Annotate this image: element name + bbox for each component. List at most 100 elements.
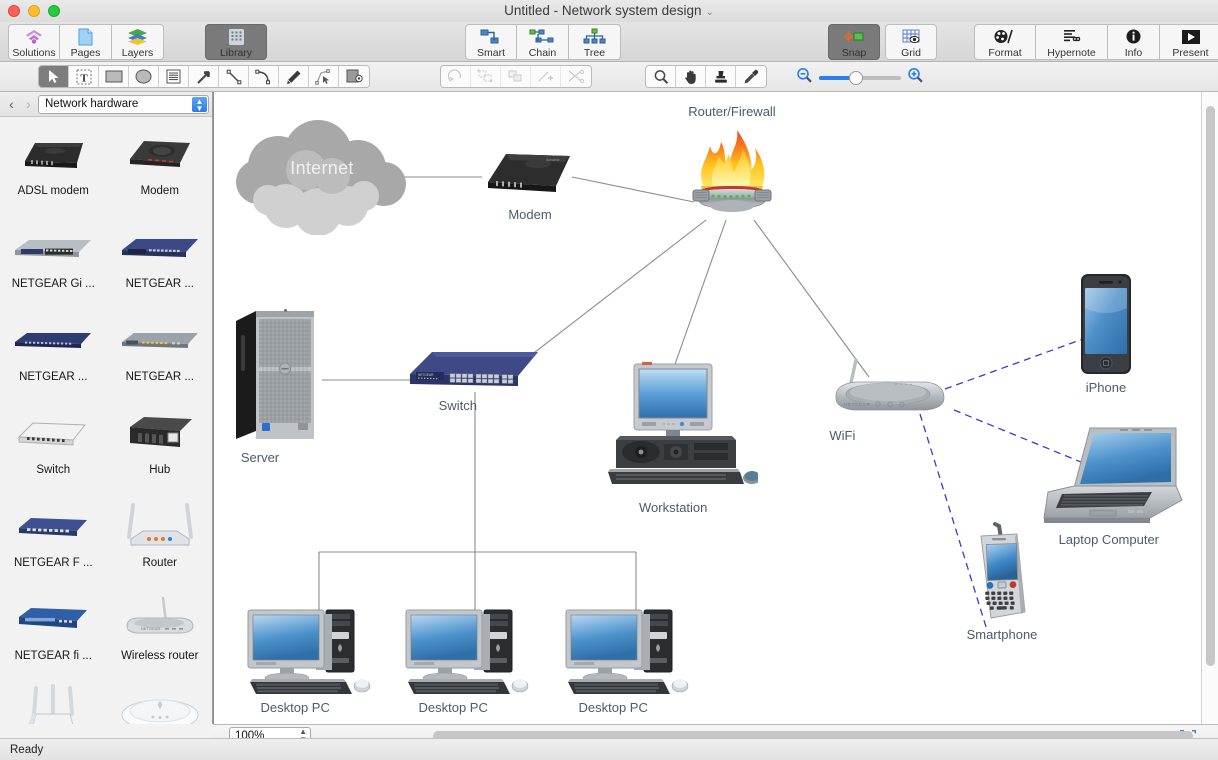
library-item-netgear-navy[interactable]: NETGEAR ... [0, 309, 107, 402]
node-label: Switch [438, 398, 477, 413]
arrow-tool[interactable] [189, 66, 219, 87]
grid-button[interactable]: Grid [885, 24, 937, 60]
node-laptop[interactable]: Laptop Computer [1032, 422, 1192, 552]
svg-text:NETGEAR: NETGEAR [418, 373, 434, 377]
node-desktop-pc-3[interactable]: Desktop PC [560, 602, 700, 718]
smart-connector-button[interactable]: Smart [465, 24, 517, 60]
present-label: Present [1172, 47, 1209, 59]
solutions-button[interactable]: Solutions [8, 24, 60, 60]
zoom-in-icon[interactable] [907, 67, 924, 89]
sidebar-bottom-fill [0, 724, 213, 738]
hypernote-button[interactable]: Hypernote [1036, 24, 1108, 60]
chevron-down-icon[interactable]: ⌄ [705, 7, 713, 18]
node-wifi[interactable]: NETGEAR WiFi [822, 350, 958, 450]
library-item-netgear-gigabit[interactable]: NETGEAR Gi ... [0, 216, 107, 309]
line-tool[interactable] [219, 66, 249, 87]
library-item-switch[interactable]: Switch [0, 402, 107, 495]
wireless-router-shape: NETGEAR [119, 588, 201, 650]
hand-tool[interactable] [676, 66, 706, 87]
layers-button[interactable]: Layers [112, 24, 164, 60]
library-item-hub[interactable]: Hub [107, 402, 213, 495]
add-point-tool[interactable] [531, 66, 561, 87]
node-switch[interactable]: NETGEAR Switch [406, 340, 546, 420]
library-select[interactable]: Network hardware ▲ ▼ [38, 94, 209, 114]
netgear-firewall-shape [13, 588, 93, 650]
library-item-label: NETGEAR fi ... [14, 650, 92, 662]
rack-switch-icon: NETGEAR [410, 352, 538, 386]
zoom-slider-thumb[interactable] [849, 71, 863, 85]
rectangle-tool[interactable] [99, 66, 129, 87]
node-internet[interactable]: Internet [232, 120, 412, 236]
curve-tool[interactable] [249, 66, 279, 87]
library-forward-button[interactable]: › [21, 96, 36, 112]
tree-connector-button[interactable]: Tree [569, 24, 621, 60]
node-server[interactable]: Server [232, 305, 332, 465]
tool-palette: T [0, 62, 1218, 92]
server-tower-icon [236, 309, 314, 439]
netgear-switch-blue-shape [118, 216, 202, 278]
status-text: Ready [10, 743, 44, 756]
solutions-label: Solutions [12, 47, 56, 59]
zoom-slider-track[interactable] [819, 71, 901, 85]
toolbar-left-group: Solutions Pages Layers [8, 24, 164, 60]
node-iphone[interactable]: iPhone [1072, 272, 1140, 398]
library-item-label: Router [142, 557, 178, 569]
group-tool[interactable] [471, 66, 501, 87]
ungroup-tool[interactable] [501, 66, 531, 87]
document-title[interactable]: Untitled - Network system design ⌄ [0, 0, 1218, 22]
vertical-scrollbar-thumb[interactable] [1206, 106, 1215, 666]
desktop-pc-icon [405, 609, 529, 694]
library-item-netgear-firewall[interactable]: NETGEAR fi ... [0, 588, 107, 681]
info-button[interactable]: Info [1108, 24, 1160, 60]
text-tool[interactable]: T [69, 66, 99, 87]
wireless-router-icon: NETGEAR [835, 358, 945, 411]
tree-connector-icon [582, 27, 608, 46]
draw-tools-group: T [38, 65, 370, 88]
library-item-netgear-gray[interactable]: NETGEAR ... [107, 309, 213, 402]
eyedropper-tool[interactable] [736, 66, 766, 87]
info-icon [1125, 27, 1142, 46]
split-tool[interactable] [561, 66, 591, 87]
mask-tool[interactable] [339, 66, 369, 87]
table-tool[interactable] [159, 66, 189, 87]
zoom-out-icon[interactable] [796, 67, 813, 89]
snap-button[interactable]: Snap [828, 24, 880, 60]
stamp-tool[interactable] [706, 66, 736, 87]
node-label: WiFi [829, 428, 856, 443]
solutions-icon [24, 27, 44, 46]
pen-tool[interactable] [279, 66, 309, 87]
ellipse-tool[interactable] [129, 66, 159, 87]
library-item-wireless-router[interactable]: NETGEAR Wireless router [107, 588, 213, 681]
canvas-zoom-slider[interactable] [796, 67, 924, 89]
edit-points-tool[interactable] [309, 66, 339, 87]
node-modem[interactable]: Sonoma Modem [482, 140, 578, 222]
smart-connector-icon [478, 27, 504, 46]
node-label: Modem [508, 207, 552, 222]
toolbar-connector-group: Smart Chain Tree [465, 24, 621, 60]
modem-shape [122, 123, 198, 185]
laptop-icon [1043, 427, 1183, 523]
pointer-tool[interactable] [39, 66, 69, 87]
node-smartphone[interactable]: Smartphone [962, 522, 1042, 648]
rotate-tool[interactable] [441, 66, 471, 87]
library-item-netgear-fs[interactable]: NETGEAR F ... [0, 495, 107, 588]
library-item-adsl-modem[interactable]: ADSL modem [0, 123, 107, 216]
library-button[interactable]: Library [205, 24, 267, 60]
zoom-slider-fill [819, 76, 853, 80]
library-item-netgear-blue[interactable]: NETGEAR ... [107, 216, 213, 309]
chevron-updown-icon[interactable]: ▲▼ [192, 96, 207, 112]
netgear-switch-gray-shape [118, 309, 202, 371]
library-item-router[interactable]: Router [107, 495, 213, 588]
format-button[interactable]: Format [974, 24, 1036, 60]
chain-connector-button[interactable]: Chain [517, 24, 569, 60]
node-router-firewall[interactable]: Router/Firewall [677, 102, 787, 222]
present-button[interactable]: Present [1160, 24, 1218, 60]
canvas-vertical-scrollbar[interactable] [1201, 92, 1218, 724]
chain-connector-icon [528, 27, 558, 46]
info-label: Info [1124, 47, 1143, 59]
pages-button[interactable]: Pages [60, 24, 112, 60]
zoom-tool[interactable] [646, 66, 676, 87]
library-item-modem[interactable]: Modem [107, 123, 213, 216]
diagram-canvas[interactable]: Internet Sonoma Modem Router/Firewall Se… [213, 92, 1218, 724]
library-back-button[interactable]: ‹ [4, 96, 19, 112]
